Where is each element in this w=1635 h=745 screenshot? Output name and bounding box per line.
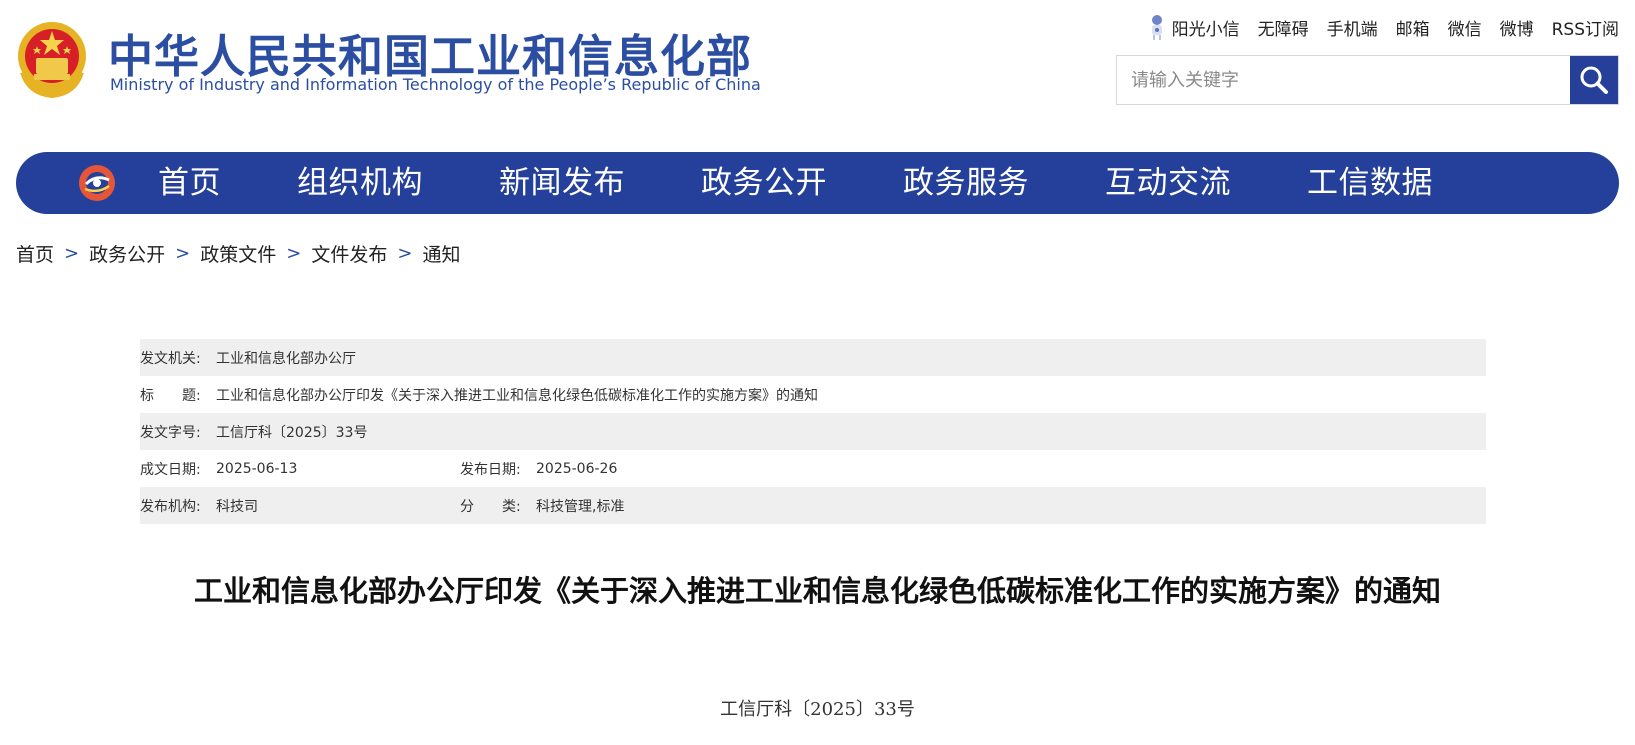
top-link-sunshine[interactable]: 阳光小信 bbox=[1148, 13, 1240, 41]
search-box bbox=[1116, 55, 1619, 105]
breadcrumb-policy-documents[interactable]: 政策文件 bbox=[200, 240, 276, 267]
nav-item-interaction[interactable]: 互动交流 bbox=[1105, 152, 1231, 214]
category-label: 分 类: bbox=[460, 498, 521, 515]
nav-logo-icon[interactable] bbox=[76, 162, 118, 204]
document-number-value: 工信厅科〔2025〕33号 bbox=[216, 424, 368, 441]
nav-item-organization[interactable]: 组织机构 bbox=[297, 152, 423, 214]
document-number-label: 发文字号: bbox=[140, 424, 201, 441]
issuing-agency-value: 工业和信息化部办公厅 bbox=[216, 350, 356, 367]
breadcrumb-separator: > bbox=[175, 243, 191, 264]
category-value: 科技管理,标准 bbox=[536, 498, 625, 515]
breadcrumb-separator: > bbox=[286, 243, 302, 264]
title-label: 标 题: bbox=[140, 387, 201, 404]
title-value: 工业和信息化部办公厅印发《关于深入推进工业和信息化绿色低碳标准化工作的实施方案》… bbox=[216, 387, 818, 404]
top-link-mail[interactable]: 邮箱 bbox=[1396, 15, 1430, 40]
top-link-rss[interactable]: RSS订阅 bbox=[1552, 15, 1619, 40]
search-input[interactable] bbox=[1117, 56, 1570, 104]
publisher-label: 发布机构: bbox=[140, 498, 201, 515]
publisher-value: 科技司 bbox=[216, 498, 258, 515]
search-button[interactable] bbox=[1570, 56, 1618, 104]
top-link-mobile[interactable]: 手机端 bbox=[1327, 15, 1378, 40]
national-emblem-icon[interactable] bbox=[16, 20, 88, 98]
created-date-value: 2025-06-13 bbox=[216, 460, 298, 477]
breadcrumb-separator: > bbox=[64, 243, 80, 264]
meta-row-title: 标 题: 工业和信息化部办公厅印发《关于深入推进工业和信息化绿色低碳标准化工作的… bbox=[140, 376, 1486, 413]
breadcrumb: 首页 > 政务公开 > 政策文件 > 文件发布 > 通知 bbox=[16, 240, 460, 267]
top-link-accessibility[interactable]: 无障碍 bbox=[1258, 15, 1309, 40]
meta-row-publisher-category: 发布机构: 科技司 分 类: 科技管理,标准 bbox=[140, 487, 1486, 524]
breadcrumb-document-release[interactable]: 文件发布 bbox=[311, 240, 387, 267]
breadcrumb-notice[interactable]: 通知 bbox=[422, 240, 460, 267]
top-link-weibo[interactable]: 微博 bbox=[1500, 15, 1534, 40]
robot-icon bbox=[1151, 15, 1162, 40]
breadcrumb-separator: > bbox=[397, 243, 413, 264]
issuing-agency-label: 发文机关: bbox=[140, 350, 201, 367]
site-title-en[interactable]: Ministry of Industry and Information Tec… bbox=[110, 75, 761, 94]
nav-item-government-services[interactable]: 政务服务 bbox=[903, 152, 1029, 214]
published-date-value: 2025-06-26 bbox=[536, 460, 618, 477]
nav-items: 首页 组织机构 新闻发布 政务公开 政务服务 互动交流 工信数据 bbox=[158, 152, 1433, 214]
nav-item-home[interactable]: 首页 bbox=[158, 152, 221, 214]
meta-row-issuing-agency: 发文机关: 工业和信息化部办公厅 bbox=[140, 339, 1486, 376]
document-metadata: 发文机关: 工业和信息化部办公厅 标 题: 工业和信息化部办公厅印发《关于深入推… bbox=[140, 339, 1486, 524]
meta-row-dates: 成文日期: 2025-06-13 发布日期: 2025-06-26 bbox=[140, 450, 1486, 487]
page: 中华人民共和国工业和信息化部 Ministry of Industry and … bbox=[0, 0, 1635, 745]
search-icon bbox=[1580, 66, 1608, 94]
breadcrumb-government-affairs[interactable]: 政务公开 bbox=[89, 240, 165, 267]
breadcrumb-home[interactable]: 首页 bbox=[16, 240, 54, 267]
top-link-sunshine-label: 阳光小信 bbox=[1171, 19, 1240, 40]
nav-item-news[interactable]: 新闻发布 bbox=[499, 152, 625, 214]
created-date-label: 成文日期: bbox=[140, 461, 201, 478]
main-nav: 首页 组织机构 新闻发布 政务公开 政务服务 互动交流 工信数据 bbox=[16, 152, 1619, 214]
nav-item-data[interactable]: 工信数据 bbox=[1307, 152, 1433, 214]
meta-row-document-number: 发文字号: 工信厅科〔2025〕33号 bbox=[140, 413, 1486, 450]
top-links: 阳光小信 无障碍 手机端 邮箱 微信 微博 RSS订阅 bbox=[1148, 12, 1619, 42]
nav-item-government-affairs[interactable]: 政务公开 bbox=[701, 152, 827, 214]
top-link-wechat[interactable]: 微信 bbox=[1448, 15, 1482, 40]
document-title: 工业和信息化部办公厅印发《关于深入推进工业和信息化绿色低碳标准化工作的实施方案》… bbox=[193, 574, 1441, 608]
published-date-label: 发布日期: bbox=[460, 461, 521, 478]
document-number: 工信厅科〔2025〕33号 bbox=[720, 699, 915, 720]
